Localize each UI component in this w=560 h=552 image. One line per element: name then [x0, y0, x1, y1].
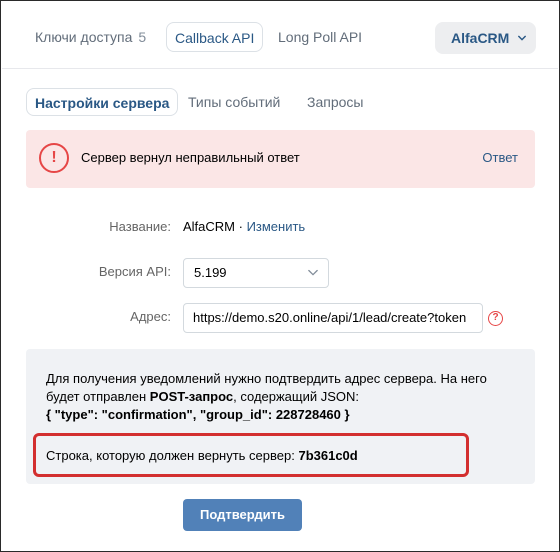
name-value: AlfaCRM · — [183, 219, 247, 234]
confirm-button[interactable]: Подтвердить — [183, 499, 302, 531]
return-string-code[interactable]: 7b361c0d — [298, 448, 357, 463]
address-label: Адрес: — [130, 309, 171, 324]
chevron-down-icon — [518, 35, 526, 41]
subtab-requests-label: Запросы — [307, 94, 364, 110]
tab-callback-api-label: Callback API — [175, 30, 255, 46]
return-string-label: Строка, которую должен вернуть сервер: — [46, 448, 299, 463]
help-icon[interactable]: ? — [488, 311, 503, 326]
tab-long-poll-api-label: Long Poll API — [278, 29, 363, 45]
subtab-event-types[interactable]: Типы событий — [188, 88, 280, 116]
subtab-event-types-label: Типы событий — [188, 94, 281, 110]
tab-access-keys-count: 5 — [138, 29, 147, 45]
subtab-server-settings-label: Настройки сервера — [35, 95, 170, 111]
name-value-row: AlfaCRM · Изменить — [183, 219, 305, 234]
version-label: Версия API: — [98, 264, 171, 279]
name-label: Название: — [109, 219, 171, 234]
api-version-value: 5.199 — [194, 265, 227, 280]
error-message: Сервер вернул неправильный ответ — [81, 150, 300, 165]
tab-long-poll-api[interactable]: Long Poll API — [278, 22, 362, 52]
tab-callback-api[interactable]: Callback API — [166, 22, 264, 52]
exclamation-circle-icon: ! — [39, 143, 69, 173]
post-request-text: POST-запрос — [149, 389, 234, 404]
tab-access-keys-label: Ключи доступа — [35, 29, 133, 45]
api-version-select[interactable]: 5.199 — [183, 258, 329, 288]
chevron-down-icon — [308, 269, 318, 276]
info-line2: , содержащий JSON: — [233, 389, 360, 404]
settings-panel: Ключи доступа 5 Callback API Long Poll AP… — [0, 0, 560, 552]
app-selector[interactable]: AlfaCRM — [435, 22, 536, 54]
top-tabs-bar: Ключи доступа 5 Callback API Long Poll AP… — [2, 2, 558, 69]
tab-access-keys[interactable]: Ключи доступа 5 — [35, 22, 146, 52]
confirmation-instructions: Для получения уведомлений нужно подтверд… — [46, 370, 516, 424]
app-selector-label: AlfaCRM — [451, 30, 510, 46]
server-address-input[interactable]: https://demo.s20.online/api/1/lead/creat… — [183, 303, 483, 333]
subtab-server-settings[interactable]: Настройки сервера — [26, 88, 179, 116]
error-banner: ! Сервер вернул неправильный ответ Ответ — [26, 130, 535, 188]
error-response-link[interactable]: Ответ — [482, 150, 518, 165]
subtab-requests[interactable]: Запросы — [307, 88, 363, 116]
return-string-line: Строка, которую должен вернуть сервер: 7… — [46, 448, 358, 463]
change-name-link[interactable]: Изменить — [247, 219, 306, 234]
confirmation-json: { "type": "confirmation", "group_id": 22… — [46, 407, 350, 422]
